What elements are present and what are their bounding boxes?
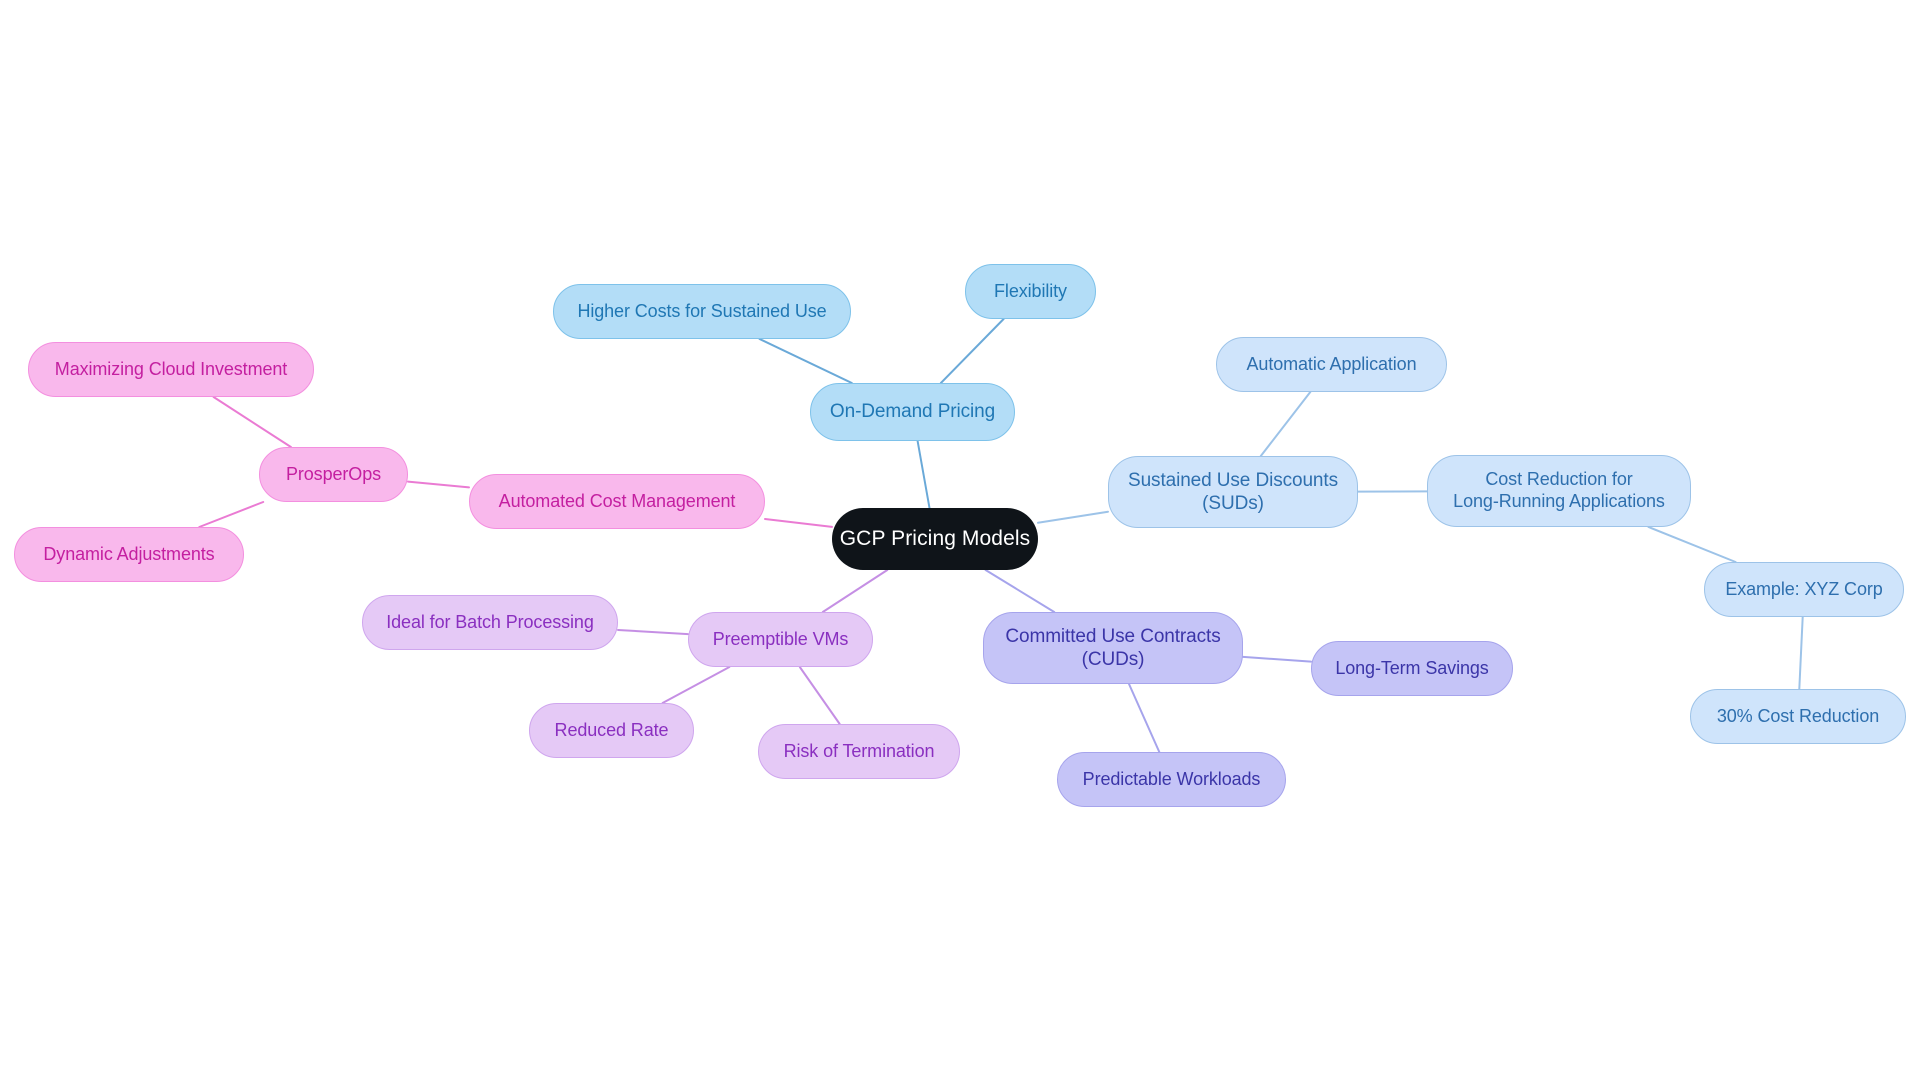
mindmap-edge-xyz-to-thirty	[1798, 616, 1804, 690]
mindmap-node-thirty[interactable]: 30% Cost Reduction	[1690, 689, 1906, 744]
mindmap-node-risk[interactable]: Risk of Termination	[758, 724, 960, 779]
mindmap-edge-acm-to-prosper	[407, 480, 470, 489]
mindmap-edge-cuds-to-longterm	[1242, 655, 1312, 663]
mindmap-edge-root-to-preempt	[821, 569, 889, 613]
mindmap-edge-root-to-cuds	[984, 569, 1056, 613]
mindmap-node-highercosts[interactable]: Higher Costs for Sustained Use	[553, 284, 851, 339]
mindmap-node-label: Automatic Application	[1246, 353, 1417, 374]
mindmap-node-label: Committed Use Contracts (CUDs)	[1005, 625, 1221, 670]
mindmap-node-label: Higher Costs for Sustained Use	[577, 300, 827, 321]
mindmap-node-acm[interactable]: Automated Cost Management	[469, 474, 765, 529]
mindmap-edge-preempt-to-risk	[798, 666, 841, 725]
mindmap-node-label: Preemptible VMs	[712, 628, 849, 649]
mindmap-node-costred[interactable]: Cost Reduction for Long-Running Applicat…	[1427, 455, 1691, 527]
mindmap-edge-root-to-suds	[1037, 510, 1109, 524]
mindmap-node-maximizing[interactable]: Maximizing Cloud Investment	[28, 342, 314, 397]
mindmap-edge-ondemand-to-flexibility	[939, 318, 1005, 384]
mindmap-node-preempt[interactable]: Preemptible VMs	[688, 612, 873, 667]
mindmap-node-ondemand[interactable]: On-Demand Pricing	[810, 383, 1015, 441]
mindmap-node-label: Dynamic Adjustments	[43, 543, 215, 564]
mindmap-node-label: Reduced Rate	[554, 719, 669, 740]
mindmap-node-prosper[interactable]: ProsperOps	[259, 447, 408, 502]
mindmap-node-label: Ideal for Batch Processing	[386, 611, 594, 632]
mindmap-node-label: Maximizing Cloud Investment	[54, 358, 288, 379]
mindmap-node-cuds[interactable]: Committed Use Contracts (CUDs)	[983, 612, 1243, 684]
mindmap-edge-costred-to-xyz	[1647, 526, 1737, 563]
mindmap-node-predict[interactable]: Predictable Workloads	[1057, 752, 1286, 807]
mindmap-node-batch[interactable]: Ideal for Batch Processing	[362, 595, 618, 650]
mindmap-node-label: On-Demand Pricing	[829, 401, 996, 423]
mindmap-node-label: Sustained Use Discounts (SUDs)	[1128, 469, 1338, 514]
mindmap-edge-root-to-acm	[764, 518, 833, 528]
mindmap-edge-root-to-ondemand	[916, 440, 931, 509]
mindmap-node-label: Flexibility	[994, 280, 1067, 301]
mindmap-node-label: Long-Term Savings	[1335, 657, 1489, 678]
mindmap-node-flexibility[interactable]: Flexibility	[965, 264, 1096, 319]
mindmap-node-root[interactable]: GCP Pricing Models	[832, 508, 1038, 570]
mindmap-node-reduced[interactable]: Reduced Rate	[529, 703, 694, 758]
mindmap-node-label: Predictable Workloads	[1082, 768, 1261, 789]
mindmap-node-label: ProsperOps	[285, 463, 382, 484]
mindmap-edge-preempt-to-reduced	[661, 666, 731, 704]
mindmap-node-xyz[interactable]: Example: XYZ Corp	[1704, 562, 1904, 617]
mindmap-edge-prosper-to-dynamic	[198, 501, 265, 528]
mindmap-node-label: GCP Pricing Models	[839, 527, 1031, 551]
mindmap-node-label: Cost Reduction for Long-Running Applicat…	[1453, 469, 1665, 511]
mindmap-edge-cuds-to-predict	[1128, 683, 1161, 753]
mindmap-canvas: GCP Pricing Models On-Demand Pricing Highe…	[0, 0, 1920, 1083]
mindmap-node-suds[interactable]: Sustained Use Discounts (SUDs)	[1108, 456, 1358, 528]
mindmap-node-label: Risk of Termination	[783, 740, 935, 761]
mindmap-node-longterm[interactable]: Long-Term Savings	[1311, 641, 1513, 696]
mindmap-node-dynamic[interactable]: Dynamic Adjustments	[14, 527, 244, 582]
mindmap-edge-prosper-to-maximizing	[212, 396, 292, 448]
mindmap-edge-ondemand-to-highercosts	[758, 338, 853, 384]
mindmap-edge-preempt-to-batch	[617, 629, 689, 636]
mindmap-edge-suds-to-autoapply	[1259, 391, 1312, 457]
mindmap-node-label: 30% Cost Reduction	[1716, 705, 1880, 726]
mindmap-node-autoapply[interactable]: Automatic Application	[1216, 337, 1447, 392]
mindmap-node-label: Automated Cost Management	[498, 490, 736, 511]
mindmap-node-label: Example: XYZ Corp	[1725, 578, 1883, 599]
